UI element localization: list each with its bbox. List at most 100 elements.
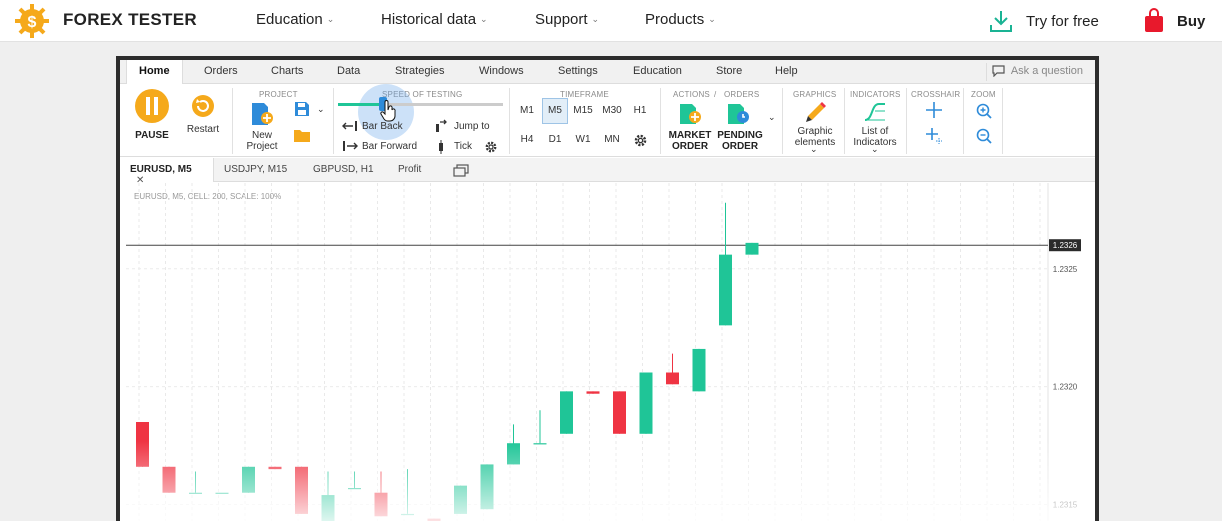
nav-label: Education [256,11,323,28]
candle-bullish [242,466,255,493]
crosshair-group-title: CROSSHAIR [911,90,961,99]
tab-eurusd-m5[interactable]: EURUSD, M5 ✕ [120,158,214,186]
candle-bullish [745,242,759,255]
tab-profit[interactable]: Profit [388,158,431,182]
menu-strategies[interactable]: Strategies [395,65,445,77]
timeframe-h4[interactable]: H4 [514,127,540,153]
graphics-group-title: GRAPHICS [793,90,837,99]
pending-order-icon[interactable] [726,102,752,126]
timeframe-settings-gear-icon[interactable] [633,133,648,148]
candle-bullish [454,485,467,514]
folder-icon[interactable] [294,128,310,142]
menu-help[interactable]: Help [775,65,798,77]
jump-to-icon[interactable] [434,118,448,134]
menu-store[interactable]: Store [716,65,742,77]
divider [906,88,907,154]
new-project-label[interactable]: New Project [240,130,284,152]
pause-label[interactable]: PAUSE [130,130,174,141]
timeframe-m30[interactable]: M30 [599,98,625,124]
divider [1002,88,1003,154]
chevron-down-icon[interactable]: ⌄ [768,112,776,123]
menu-charts[interactable]: Charts [271,65,303,77]
pending-order-label[interactable]: PENDING ORDER [714,130,766,152]
market-order-line2: ORDER [671,141,709,152]
timeframe-m5[interactable]: M5 [542,98,568,124]
crosshair-icon[interactable] [926,102,942,118]
timeframe-m1[interactable]: M1 [514,98,540,124]
pencil-icon[interactable] [804,100,828,124]
candlestick-chart[interactable]: 1.2325 1.2320 1.2315 1.2326 [126,183,1089,521]
bar-back-icon[interactable] [342,120,358,132]
indicators-group-title: INDICATORS [850,90,901,99]
nav-support[interactable]: Support ⌄ [535,11,599,28]
menu-data[interactable]: Data [337,65,360,77]
bar-forward-label[interactable]: Bar Forward [362,141,417,152]
chevron-down-icon[interactable]: ⌄ [871,144,879,155]
candles [136,202,759,521]
forex-tester-logo-icon[interactable]: $ [14,3,50,39]
timeframe-d1[interactable]: D1 [542,127,568,153]
price-axis: 1.2325 1.2320 1.2315 [1053,265,1078,510]
new-window-icon[interactable] [453,164,469,177]
menu-windows[interactable]: Windows [479,65,524,77]
brand-name[interactable]: FOREX TESTER [63,10,197,30]
bar-forward-icon[interactable] [342,140,358,152]
hand-cursor-icon [380,100,396,122]
tick-label[interactable]: Tick [454,141,472,152]
market-order-icon[interactable] [678,102,704,126]
restart-icon[interactable] [191,94,215,118]
jump-to-label[interactable]: Jump to [454,121,490,132]
save-icon[interactable] [294,101,310,117]
ask-question-field[interactable]: Ask a question [992,65,1083,77]
bar-back-label[interactable]: Bar Back [362,121,403,132]
pending-order-line1: PENDING [717,130,763,141]
restart-label[interactable]: Restart [180,124,226,135]
market-order-line1: MARKET [668,130,712,141]
menu-settings[interactable]: Settings [558,65,598,77]
current-price-text: 1.2326 [1053,241,1078,250]
zoom-in-icon[interactable] [976,103,992,119]
chevron-down-icon[interactable]: ⌄ [317,104,325,115]
timeframe-m15[interactable]: M15 [570,98,596,124]
chevron-down-icon: ⌄ [326,14,335,24]
divider [509,88,510,154]
crosshair-dotted-icon[interactable] [926,128,942,144]
gear-icon[interactable] [484,140,498,154]
tab-gbpusd-h1[interactable]: GBPUSD, H1 [303,158,384,182]
svg-text:$: $ [28,14,37,31]
chevron-down-icon: ⌄ [480,14,488,24]
pause-icon[interactable] [134,88,170,124]
buy-link[interactable]: Buy [1143,8,1205,34]
timeframe-h1[interactable]: H1 [627,98,653,124]
project-group-title: PROJECT [259,90,298,99]
zoom-out-icon[interactable] [976,128,992,144]
price-label: 1.2325 [1053,265,1078,274]
candle-bearish [666,372,679,385]
indicator-curve-icon[interactable] [863,100,887,124]
candle-bearish [613,391,626,434]
candle-bullish [692,348,706,392]
menu-education[interactable]: Education [633,65,682,77]
zoom-group-title: ZOOM [971,90,996,99]
ask-placeholder: Ask a question [1010,65,1083,77]
new-project-icon[interactable] [250,101,274,127]
try-for-free-link[interactable]: Try for free [988,8,1099,34]
timeframe-mn[interactable]: MN [599,127,625,153]
download-icon [990,11,1012,32]
nav-products[interactable]: Products ⌄ [645,11,716,28]
tick-icon[interactable] [436,140,446,154]
tab-usdjpy-m15[interactable]: USDJPY, M15 [214,158,297,182]
divider [844,88,845,154]
market-order-label[interactable]: MARKET ORDER [666,130,714,152]
candle-bullish [507,443,520,465]
nav-historical-data[interactable]: Historical data ⌄ [381,11,488,28]
menu-orders[interactable]: Orders [204,65,238,77]
chevron-down-icon[interactable]: ⌄ [810,144,818,155]
timeframe-w1[interactable]: W1 [570,127,596,153]
menu-home[interactable]: Home [126,60,183,85]
candle-bearish [162,466,176,493]
pending-order-line2: ORDER [721,141,759,152]
candle-bullish [719,254,732,326]
nav-education[interactable]: Education ⌄ [256,11,334,28]
buy-label: Buy [1177,12,1206,30]
